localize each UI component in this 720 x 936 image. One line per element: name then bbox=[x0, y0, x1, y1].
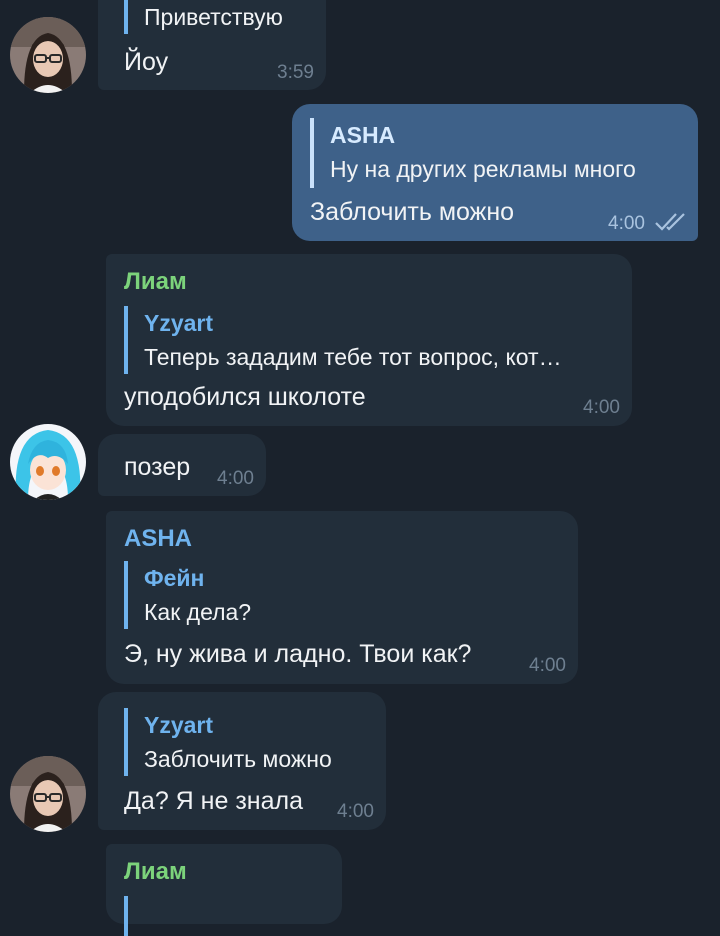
message-bubble[interactable]: позер 4:00 bbox=[98, 434, 266, 496]
reply-sender: Фейн bbox=[144, 565, 205, 591]
avatar-glasses-girl-icon bbox=[10, 756, 86, 832]
message-time: 4:00 bbox=[608, 213, 645, 234]
reply-text: Ну на других рекламы много bbox=[330, 156, 636, 182]
avatar-blue-hair-icon bbox=[10, 424, 86, 500]
message-time: 4:00 bbox=[337, 801, 374, 822]
reply-text: Приветствую bbox=[144, 4, 283, 30]
message-text: Заблочить можно bbox=[310, 198, 515, 226]
message-bubble[interactable]: Приветствую Йоу 3:59 bbox=[98, 0, 326, 90]
reply-text: Как дела? bbox=[144, 599, 252, 625]
reply-text: Заблочить можно bbox=[144, 746, 332, 772]
message-text: Да? Я не знала bbox=[124, 787, 304, 815]
message-bubble-outgoing[interactable]: ASHA Ну на других рекламы много Заблочит… bbox=[292, 104, 698, 241]
reply-sender: Yzyart bbox=[144, 712, 214, 738]
message-text: Э, ну жива и ладно. Твои как? bbox=[124, 640, 472, 668]
message-bubble[interactable]: ASHA Фейн Как дела? Э, ну жива и ладно. … bbox=[106, 511, 578, 684]
reply-bar bbox=[124, 896, 128, 936]
reply-quote[interactable]: Yzyart Теперь зададим тебе тот вопрос, к… bbox=[124, 306, 562, 374]
message-text: уподобился школоте bbox=[124, 383, 366, 411]
avatar[interactable] bbox=[10, 424, 86, 500]
avatar[interactable] bbox=[10, 756, 86, 832]
message-text: Йоу bbox=[124, 48, 169, 76]
avatar-glasses-girl-icon bbox=[10, 17, 86, 93]
message-time: 3:59 bbox=[277, 62, 314, 83]
message-bubble[interactable]: Лиам Yzyart Теперь зададим тебе тот вопр… bbox=[106, 254, 632, 426]
reply-text: Теперь зададим тебе тот вопрос, кот… bbox=[144, 344, 562, 370]
message-bubble[interactable]: Yzyart Заблочить можно Да? Я не знала 4:… bbox=[98, 692, 386, 830]
double-check-icon bbox=[655, 213, 685, 231]
sender-name[interactable]: Лиам bbox=[124, 268, 187, 296]
sender-name[interactable]: Лиам bbox=[124, 858, 187, 886]
reply-sender: Yzyart bbox=[144, 310, 214, 336]
sender-name[interactable]: ASHA bbox=[124, 525, 192, 553]
message-time: 4:00 bbox=[529, 655, 566, 676]
message-time: 4:00 bbox=[583, 397, 620, 418]
message-bubble[interactable]: Лиам bbox=[106, 844, 342, 936]
reply-quote[interactable]: Фейн Как дела? bbox=[124, 561, 251, 629]
avatar[interactable] bbox=[10, 17, 86, 93]
reply-quote[interactable]: Приветствую bbox=[124, 0, 283, 34]
reply-quote[interactable]: Yzyart Заблочить можно bbox=[124, 708, 332, 776]
reply-quote[interactable]: ASHA Ну на других рекламы много bbox=[310, 118, 636, 188]
message-time: 4:00 bbox=[217, 468, 254, 489]
reply-sender: ASHA bbox=[330, 122, 396, 148]
message-text: позер bbox=[124, 453, 191, 481]
